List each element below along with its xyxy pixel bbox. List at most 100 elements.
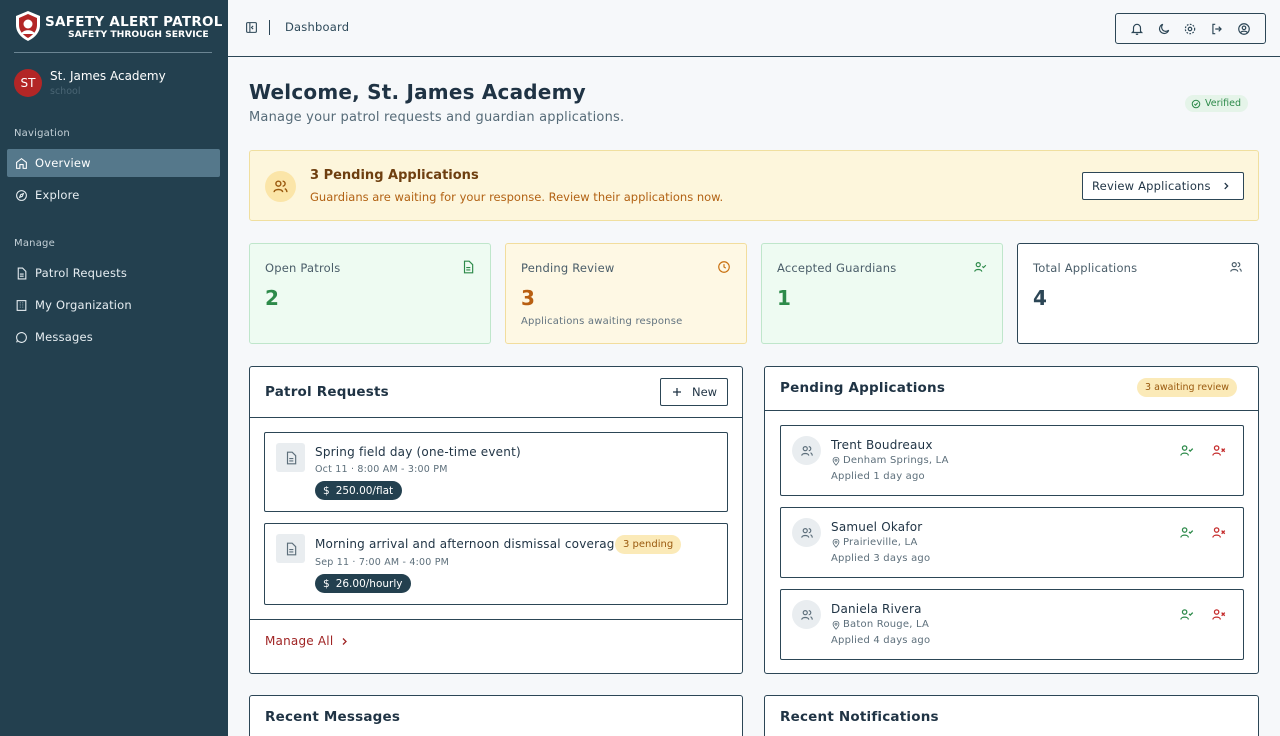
chevron-right-icon — [1224, 182, 1229, 190]
new-request-button[interactable]: New — [660, 378, 728, 406]
applicant-location: Prairieville, LA — [831, 537, 918, 548]
request-title: Morning arrival and afternoon dismissal … — [315, 537, 623, 551]
sidebar-item-messages[interactable]: Messages — [7, 323, 220, 351]
topbar-divider — [269, 20, 270, 35]
stat-value: 4 — [1033, 286, 1047, 310]
map-pin-icon — [832, 456, 840, 466]
users-icon — [800, 445, 813, 456]
recent-notifications-panel: Recent Notifications — [764, 695, 1259, 736]
map-pin-icon — [832, 538, 840, 548]
stat-value: 3 — [521, 286, 535, 310]
clock-icon — [718, 261, 730, 273]
moon-icon[interactable] — [1157, 22, 1171, 36]
manage-all-label: Manage All — [265, 634, 334, 648]
application-card[interactable]: Trent Boudreaux Denham Springs, LA Appli… — [780, 425, 1244, 496]
stat-open-patrols[interactable]: Open Patrols 2 — [249, 243, 491, 344]
file-text-icon — [463, 260, 474, 274]
logout-icon[interactable] — [1210, 22, 1224, 36]
page-title: Welcome, St. James Academy — [249, 80, 586, 104]
profile[interactable]: ST St. James Academy school — [14, 68, 214, 100]
location-text: Baton Rouge, LA — [843, 619, 929, 630]
price-badge: $ 250.00/flat — [315, 481, 403, 500]
applied-time: Applied 1 day ago — [831, 471, 925, 482]
gear-icon[interactable] — [1183, 22, 1197, 36]
request-time: Sep 11 · 7:00 AM - 4:00 PM — [315, 557, 450, 568]
users-icon — [800, 609, 813, 620]
reject-icon[interactable] — [1211, 443, 1226, 458]
request-time: Oct 11 · 8:00 AM - 3:00 PM — [315, 464, 448, 475]
avatar: ST — [14, 69, 42, 97]
pending-alert: 3 Pending Applications Guardians are wai… — [249, 150, 1259, 221]
user-circle-icon[interactable] — [1237, 22, 1251, 36]
home-icon — [16, 157, 27, 169]
sidebar-item-patrol-requests[interactable]: Patrol Requests — [7, 259, 220, 287]
accept-icon[interactable] — [1179, 443, 1194, 458]
applicant-avatar — [792, 436, 821, 465]
sidebar-toggle-icon[interactable] — [245, 21, 258, 34]
file-text-icon — [286, 451, 296, 464]
application-card[interactable]: Daniela Rivera Baton Rouge, LA Applied 4… — [780, 589, 1244, 660]
patrol-request-card[interactable]: Spring field day (one-time event) Oct 11… — [264, 432, 728, 512]
applied-time: Applied 4 days ago — [831, 635, 931, 646]
sidebar-item-label: Patrol Requests — [35, 266, 128, 280]
patrol-request-card[interactable]: Morning arrival and afternoon dismissal … — [264, 523, 728, 605]
shield-logo-icon — [16, 11, 40, 41]
pending-badge: 3 pending — [615, 535, 682, 554]
request-title: Spring field day (one-time event) — [315, 445, 521, 459]
stat-label: Total Applications — [1033, 261, 1138, 275]
stat-pending-review[interactable]: Pending Review 3 Applications awaiting r… — [505, 243, 747, 344]
panel-divider — [765, 410, 1258, 411]
accept-icon[interactable] — [1179, 525, 1194, 540]
applicant-name: Daniela Rivera — [831, 602, 922, 616]
stat-value: 1 — [777, 286, 791, 310]
reject-icon[interactable] — [1211, 525, 1226, 540]
doc-icon-wrap — [276, 443, 305, 472]
alert-title: 3 Pending Applications — [310, 168, 479, 183]
compass-icon — [16, 189, 27, 201]
sidebar-item-my-organization[interactable]: My Organization — [7, 291, 220, 319]
sidebar-item-label: Explore — [35, 188, 80, 202]
sidebar-item-label: Messages — [35, 330, 93, 344]
stat-label: Pending Review — [521, 261, 615, 275]
manage-all-link[interactable]: Manage All — [265, 634, 349, 648]
profile-name: St. James Academy — [50, 69, 166, 83]
location-text: Prairieville, LA — [843, 537, 918, 548]
dollar-icon: $ — [323, 577, 330, 590]
brand[interactable]: SAFETY ALERT PATROL SAFETY THROUGH SERVI… — [14, 10, 222, 53]
panel-title: Pending Applications — [780, 380, 946, 396]
applicant-avatar — [792, 518, 821, 547]
review-applications-button[interactable]: Review Applications — [1082, 172, 1244, 200]
sidebar-item-explore[interactable]: Explore — [7, 181, 220, 209]
panel-title: Recent Notifications — [780, 709, 939, 725]
stat-sub: Applications awaiting response — [521, 316, 683, 327]
file-text-icon — [17, 267, 27, 279]
user-check-icon — [974, 262, 987, 272]
bell-icon[interactable] — [1130, 22, 1144, 36]
verified-label: Verified — [1205, 98, 1242, 109]
applicant-location: Baton Rouge, LA — [831, 619, 929, 630]
reject-icon[interactable] — [1211, 607, 1226, 622]
pending-applications-panel: Pending Applications 3 awaiting review T… — [764, 366, 1259, 674]
panel-divider — [250, 417, 742, 418]
brand-tagline: SAFETY THROUGH SERVICE — [68, 29, 209, 40]
file-text-icon — [286, 542, 296, 555]
application-card[interactable]: Samuel Okafor Prairieville, LA Applied 3… — [780, 507, 1244, 578]
applicant-avatar — [792, 600, 821, 629]
users-icon — [800, 527, 813, 538]
chevron-right-icon — [342, 637, 348, 645]
brand-title: SAFETY ALERT PATROL — [45, 14, 223, 30]
panel-title: Patrol Requests — [265, 384, 389, 400]
accept-icon[interactable] — [1179, 607, 1194, 622]
price-value: 250.00/flat — [335, 484, 394, 497]
alert-icon-wrap — [265, 171, 296, 202]
stat-accepted-guardians[interactable]: Accepted Guardians 1 — [761, 243, 1003, 344]
message-circle-icon — [16, 331, 27, 343]
toolbar — [1115, 13, 1266, 44]
price-badge: $ 26.00/hourly — [315, 574, 412, 593]
stat-total-applications[interactable]: Total Applications 4 — [1017, 243, 1259, 344]
applicant-name: Samuel Okafor — [831, 520, 923, 534]
sidebar-item-overview[interactable]: Overview — [7, 149, 220, 177]
review-applications-label: Review Applications — [1092, 179, 1211, 193]
profile-role: school — [50, 86, 81, 97]
new-button-label: New — [692, 385, 718, 399]
